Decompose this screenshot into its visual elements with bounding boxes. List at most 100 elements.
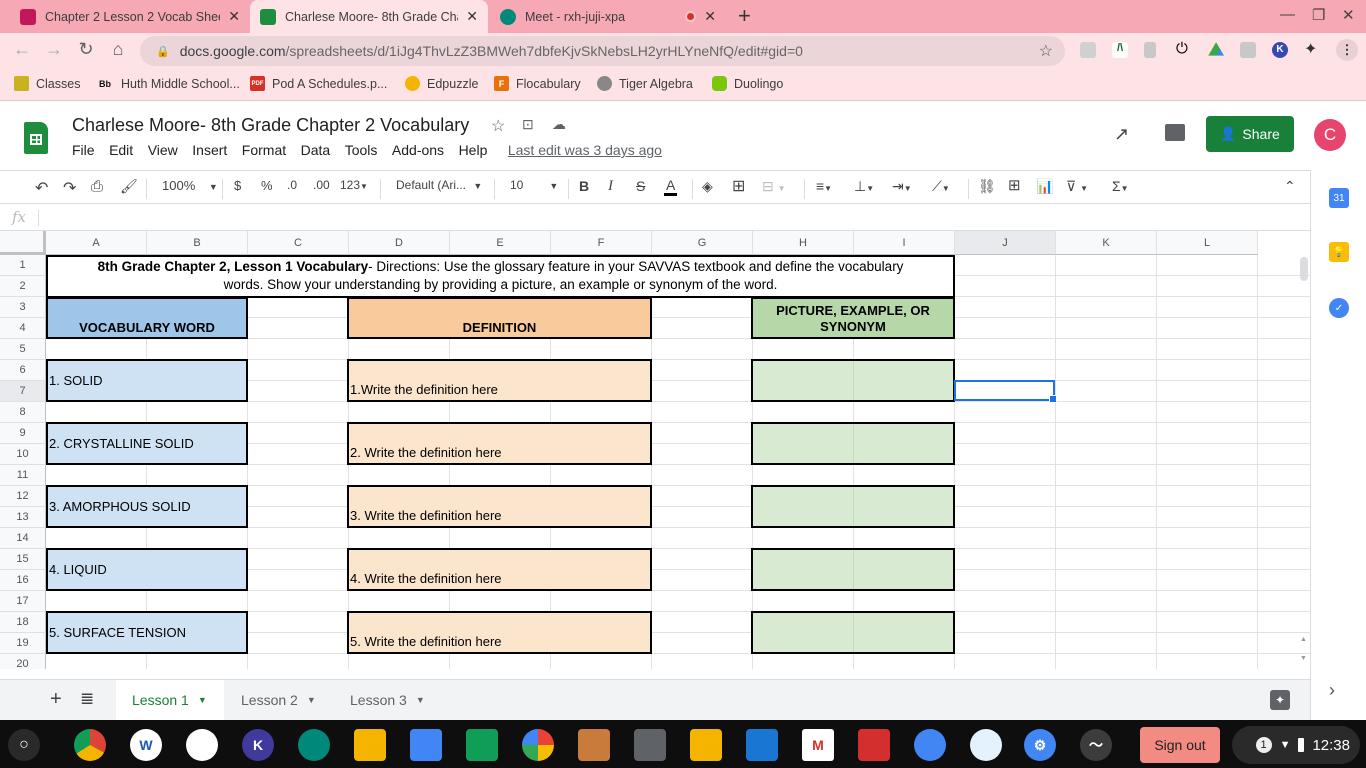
bold-button[interactable]: B <box>579 178 589 194</box>
menu-edit[interactable]: Edit <box>109 142 133 158</box>
vocab-word-cell[interactable]: 2. CRYSTALLINE SOLID <box>46 422 248 465</box>
bookmark-duolingo[interactable]: Duolingo <box>712 76 783 91</box>
row-header-12[interactable]: 12 <box>0 486 46 507</box>
bookmark-classes[interactable]: Classes <box>14 76 80 91</box>
title-cell[interactable]: 8th Grade Chapter 2, Lesson 1 Vocabulary… <box>46 255 955 298</box>
bookmark-flocabulary[interactable]: F Flocabulary <box>494 76 581 91</box>
fill-color-icon[interactable]: ◈ <box>702 178 713 195</box>
browser-tab[interactable]: Meet - rxh-juji-xpa ✕ <box>490 0 726 33</box>
add-sheet-icon[interactable]: + <box>50 688 62 711</box>
menu-addons[interactable]: Add-ons <box>392 142 444 158</box>
definition-cell[interactable]: 5. Write the definition here <box>347 611 652 654</box>
bookmark-pod-schedules[interactable]: PDF Pod A Schedules.p... <box>250 76 387 91</box>
app-red-app-icon[interactable] <box>186 729 218 761</box>
definition-cell[interactable]: 2. Write the definition here <box>347 422 652 465</box>
sheet-tab-lesson-2[interactable]: Lesson 2 ▼ <box>225 680 333 720</box>
row-header-13[interactable]: 13 <box>0 507 46 528</box>
forward-icon[interactable]: → <box>42 39 66 60</box>
filter-icon[interactable]: ⊽ ▼ <box>1066 178 1088 195</box>
sheet-tab-lesson-1[interactable]: Lesson 1 ▼ <box>116 680 224 720</box>
tasks-icon[interactable]: ✓ <box>1329 298 1349 318</box>
system-tray[interactable]: 1 ▼ 12:38 <box>1232 726 1360 764</box>
close-tab-icon[interactable]: ✕ <box>466 8 478 25</box>
bookmark-tiger-algebra[interactable]: Tiger Algebra <box>597 76 693 91</box>
merge-cells-icon[interactable]: ⊟ ▼ <box>762 178 786 195</box>
percent-format-button[interactable]: % <box>261 178 273 193</box>
definition-cell[interactable]: 3. Write the definition here <box>347 485 652 528</box>
row-header-8[interactable]: 8 <box>0 402 46 423</box>
column-header-h[interactable]: H <box>753 231 854 255</box>
bookmark-huth[interactable]: Bb Huth Middle School... <box>96 76 240 91</box>
print-icon[interactable]: ⎙ <box>91 178 103 195</box>
select-all-corner[interactable] <box>0 231 46 255</box>
picture-header-cell[interactable]: PICTURE, EXAMPLE, OR SYNONYM <box>751 297 955 339</box>
browser-tab[interactable]: Chapter 2 Lesson 2 Vocab Sheet ✕ <box>10 0 250 33</box>
undo-icon[interactable]: ↶ <box>35 178 48 198</box>
spreadsheet-grid[interactable]: ABCDEFGHIJKL 1 2 3 4 5 6 7 8 9 10 11 12 13 14 15 16 17 18… <box>0 231 1310 669</box>
close-tab-icon[interactable]: ✕ <box>704 8 716 25</box>
app-vitruvian-app-icon[interactable] <box>858 729 890 761</box>
kahoot-app-icon[interactable]: K <box>242 729 274 761</box>
extension-icon[interactable] <box>1080 42 1096 58</box>
row-header-11[interactable]: 11 <box>0 465 46 486</box>
text-color-button[interactable]: A <box>664 178 678 196</box>
chrome-app-icon[interactable] <box>74 729 106 761</box>
avatar[interactable]: C <box>1314 119 1346 151</box>
strikethrough-button[interactable]: S <box>636 178 645 194</box>
column-header-f[interactable]: F <box>551 231 652 255</box>
insert-comment-icon[interactable]: ⊞ <box>1008 176 1021 194</box>
row-header-2[interactable]: 2 <box>0 276 46 297</box>
address-bar[interactable]: 🔒 docs.google.com/spreadsheets/d/1iJg4Th… <box>140 36 1065 66</box>
font-family-select[interactable]: Default (Ari... ▼ <box>396 178 482 192</box>
row-header-7[interactable]: 7 <box>0 381 46 402</box>
typingclub-app-icon[interactable] <box>746 729 778 761</box>
back-icon[interactable]: ← <box>10 39 34 60</box>
office-extension-icon[interactable] <box>1144 42 1156 58</box>
bookmark-star-icon[interactable]: ☆ <box>1039 41 1053 61</box>
vertical-align-icon[interactable]: ⊥▼ <box>854 178 874 195</box>
row-header-6[interactable]: 6 <box>0 360 46 381</box>
row-header-4[interactable]: 4 <box>0 318 46 339</box>
calendar-icon[interactable]: 31 <box>1329 188 1349 208</box>
definition-cell[interactable]: 1.Write the definition here <box>347 359 652 402</box>
sheets-app-icon[interactable] <box>466 729 498 761</box>
column-header-c[interactable]: C <box>248 231 349 255</box>
last-edit-link[interactable]: Last edit was 3 days ago <box>508 142 662 158</box>
row-header-3[interactable]: 3 <box>0 297 46 318</box>
menu-view[interactable]: View <box>148 142 178 158</box>
vocab-word-cell[interactable]: 1. SOLID <box>46 359 248 402</box>
vocab-word-cell[interactable]: 3. AMORPHOUS SOLID <box>46 485 248 528</box>
slides-app-icon[interactable] <box>354 729 386 761</box>
extension-icon[interactable]: /\ <box>1112 42 1128 58</box>
menu-format[interactable]: Format <box>242 142 286 158</box>
extension-icon[interactable] <box>1240 42 1256 58</box>
thought-bubble-app-icon[interactable] <box>970 729 1002 761</box>
row-header-1[interactable]: 1 <box>0 255 46 276</box>
column-header-a[interactable]: A <box>46 231 147 255</box>
calculator-app-icon[interactable] <box>634 729 666 761</box>
selected-cell-j7[interactable] <box>954 380 1057 403</box>
classroom-app-icon[interactable] <box>690 729 722 761</box>
collapse-toolbar-icon[interactable]: ⌃ <box>1284 178 1296 195</box>
column-header-g[interactable]: G <box>652 231 753 255</box>
star-icon[interactable]: ☆ <box>491 116 505 136</box>
column-header-e[interactable]: E <box>450 231 551 255</box>
insert-link-icon[interactable]: ⛓ <box>978 178 996 195</box>
insert-chart-icon[interactable]: 📊 <box>1036 178 1053 195</box>
drive-extension-icon[interactable] <box>1208 42 1224 56</box>
row-header-16[interactable]: 16 <box>0 570 46 591</box>
close-window-icon[interactable]: ✕ <box>1342 6 1355 24</box>
docs-app-icon[interactable] <box>410 729 442 761</box>
new-tab-button[interactable]: + <box>738 5 751 27</box>
home-icon[interactable]: ⌂ <box>106 39 130 60</box>
paint-format-icon[interactable]: 🖌 <box>120 178 138 195</box>
keep-icon[interactable]: 💡 <box>1329 242 1349 262</box>
kami-extension-icon[interactable]: K <box>1272 42 1288 58</box>
scroll-down-arrow[interactable]: ▼ <box>1300 655 1307 662</box>
vocab-word-cell[interactable]: 4. LIQUID <box>46 548 248 591</box>
document-title[interactable]: Charlese Moore- 8th Grade Chapter 2 Voca… <box>72 115 469 136</box>
word-app-icon[interactable]: W <box>130 729 162 761</box>
menu-help[interactable]: Help <box>459 142 488 158</box>
row-header-19[interactable]: 19 <box>0 633 46 654</box>
launcher-icon[interactable]: ○ <box>8 729 40 761</box>
